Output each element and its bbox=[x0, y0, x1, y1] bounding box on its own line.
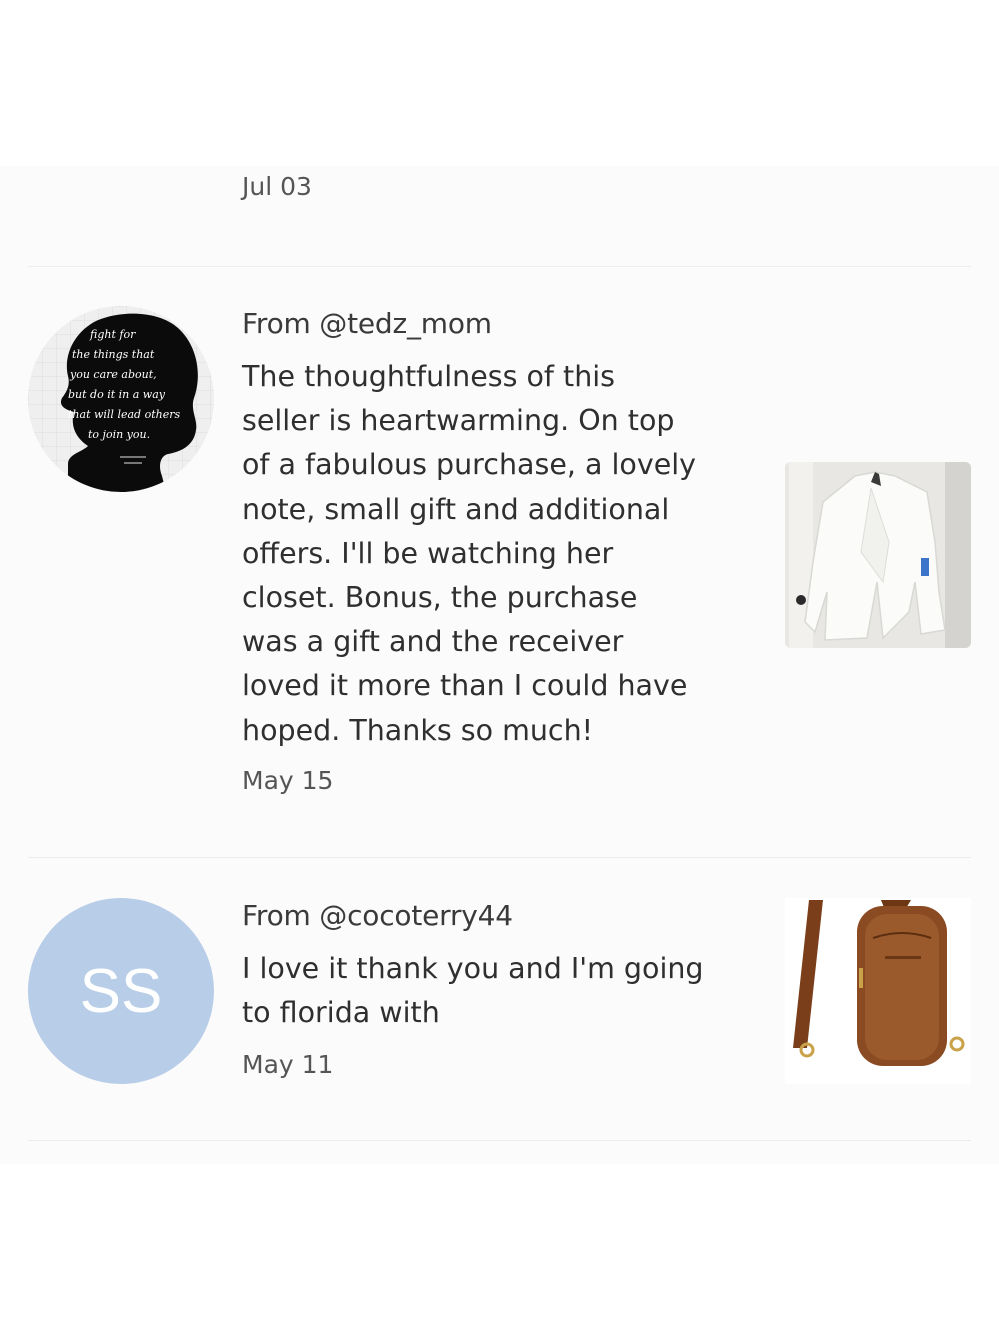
quote-line: to join you. bbox=[88, 428, 150, 441]
user-avatar[interactable]: SS bbox=[28, 898, 214, 1084]
quote-line: but do it in a way bbox=[68, 388, 166, 401]
quote-line: that will lead others bbox=[68, 408, 180, 421]
review-text-line: offers. I'll be watching her bbox=[242, 536, 614, 570]
review-text-line: I love it thank you and I'm going bbox=[242, 952, 704, 985]
divider bbox=[28, 1140, 971, 1141]
brown-sling-bag-thumbnail[interactable] bbox=[785, 898, 971, 1084]
quote-line: you care about, bbox=[69, 368, 157, 381]
review-date: May 11 bbox=[242, 1050, 334, 1079]
review-text-line: was a gift and the receiver bbox=[242, 625, 624, 659]
avatar-image: fight for the things that you care about… bbox=[28, 306, 214, 492]
review-text-line: seller is heartwarming. On top bbox=[242, 404, 675, 438]
review-text-line: of a fabulous purchase, a lovely bbox=[242, 448, 697, 482]
review-author[interactable]: From @tedz_mom bbox=[242, 307, 492, 340]
review-date: May 15 bbox=[242, 766, 334, 795]
quote-line: fight for bbox=[89, 328, 136, 341]
quote-silhouette-avatar[interactable]: fight for the things that you care about… bbox=[28, 306, 214, 492]
review-author[interactable]: From @cocoterry44 bbox=[242, 899, 513, 932]
review-text-line: loved it more than I could have bbox=[242, 669, 688, 703]
review-text-line: closet. Bonus, the purchase bbox=[242, 581, 638, 615]
review-text: The thoughtfulness of this seller is hea… bbox=[242, 355, 762, 753]
divider bbox=[28, 266, 971, 267]
white-jacket-thumbnail[interactable] bbox=[785, 462, 971, 648]
review-text: I love it thank you and I'm going to flo… bbox=[242, 947, 782, 1035]
quote-line: the things that bbox=[72, 348, 155, 361]
review-date: Jul 03 bbox=[242, 172, 312, 201]
review-text-line: to florida with bbox=[242, 996, 440, 1030]
bag-image bbox=[785, 898, 971, 1084]
review-text-line: The thoughtfulness of this bbox=[242, 360, 616, 393]
review-text-line: note, small gift and additional bbox=[242, 492, 670, 526]
divider bbox=[28, 857, 971, 858]
jacket-image bbox=[785, 462, 971, 648]
review-text-line: hoped. Thanks so much! bbox=[242, 713, 594, 747]
